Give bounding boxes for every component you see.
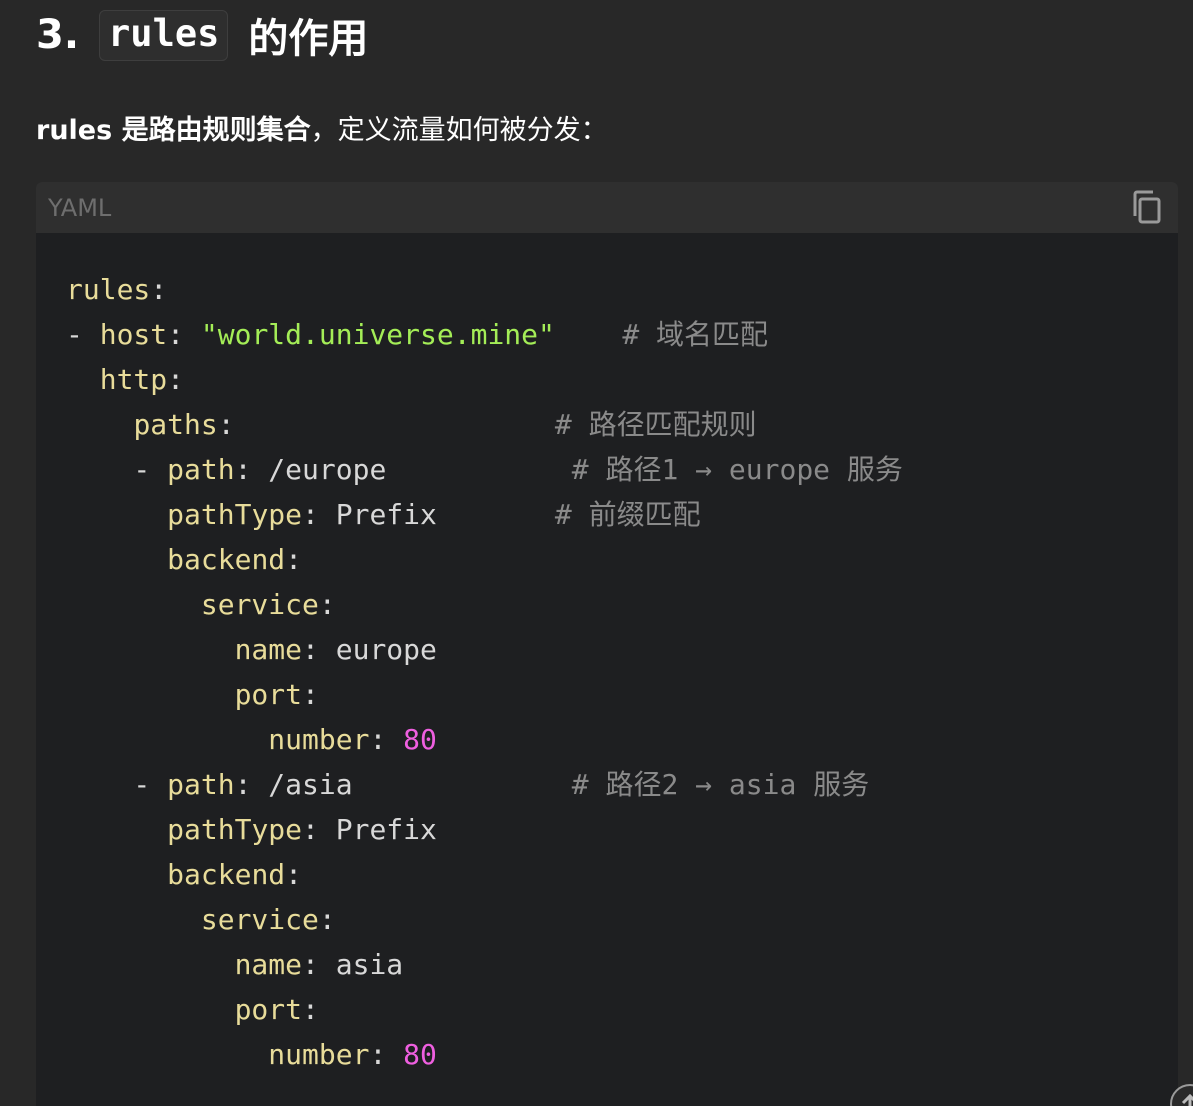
code-token: pathType — [167, 813, 303, 846]
code-token: name — [234, 948, 303, 981]
code-line: pathType: Prefix # 前缀匹配 — [66, 492, 903, 537]
code-line: service: — [66, 897, 903, 942]
code-token: - — [66, 768, 168, 801]
code-token: # 前缀匹配 — [436, 498, 701, 531]
code-block: YAML rules: - host: "world.universe.mine"… — [36, 182, 1178, 1106]
code-token: paths — [133, 408, 218, 441]
code-line: paths: # 路径匹配规则 — [66, 402, 903, 447]
heading-inline-code: rules — [99, 9, 229, 61]
code-token: : europe — [302, 633, 437, 666]
code-token: : — [285, 543, 303, 576]
code-token: : /asia — [234, 768, 353, 801]
code-line: port: — [66, 987, 903, 1032]
section-heading: 3. rules 的作用 — [36, 2, 368, 68]
code-token: : Prefix — [302, 498, 437, 531]
code-token: - — [66, 453, 168, 486]
heading-text: 的作用 — [248, 16, 369, 62]
code-token: pathType — [167, 498, 303, 531]
code-token: : — [302, 993, 319, 1026]
code-token: service — [200, 903, 319, 936]
code-token: path — [167, 453, 235, 486]
code-token: number — [268, 1038, 370, 1071]
arrow-up-icon — [1181, 1093, 1193, 1106]
code-token: rules — [66, 273, 151, 306]
code-line: - path: /europe # 路径1 → europe 服务 — [66, 447, 903, 492]
code-line: backend: — [66, 537, 903, 582]
code-token: : asia — [302, 948, 404, 981]
code-token: : — [285, 858, 303, 891]
code-token: port — [234, 678, 303, 711]
code-line: pathType: Prefix — [66, 807, 903, 852]
code-token: : — [167, 318, 201, 351]
code-line: - host: "world.universe.mine" # 域名匹配 — [66, 312, 903, 357]
code-token: name — [234, 633, 303, 666]
code-line: name: asia — [66, 942, 903, 987]
code-token: # 路径2 → asia 服务 — [352, 768, 870, 801]
intro-bold-text: rules 是路由规则集合 — [36, 115, 311, 146]
code-token: backend — [167, 543, 286, 576]
code-token: : — [302, 678, 319, 711]
code-token: path — [167, 768, 235, 801]
code-line: http: — [66, 357, 903, 402]
code-token: number — [268, 723, 370, 756]
code-token: : — [369, 1038, 404, 1071]
code-token: "world.universe.mine" — [200, 318, 555, 351]
code-token: : — [217, 408, 235, 441]
code-token: backend — [167, 858, 286, 891]
code-line: rules: — [66, 267, 903, 312]
code-token: - — [66, 318, 100, 351]
code-line: number: 80 — [66, 717, 903, 762]
code-content: rules: - host: "world.universe.mine" # 域名… — [66, 267, 903, 1077]
code-token: : — [150, 273, 168, 306]
code-token: : /europe — [234, 453, 387, 486]
code-token: port — [234, 993, 303, 1026]
heading-number: 3. — [36, 12, 80, 58]
code-token: http — [99, 363, 168, 396]
code-line: backend: — [66, 852, 903, 897]
code-token: # 域名匹配 — [554, 318, 769, 351]
code-language-label: YAML — [48, 194, 112, 222]
code-line: number: 80 — [66, 1032, 903, 1077]
code-token: : — [318, 588, 336, 621]
code-token: service — [200, 588, 319, 621]
code-token: 80 — [403, 723, 437, 756]
code-token: # 路径匹配规则 — [234, 408, 757, 441]
intro-paragraph: rules 是路由规则集合，定义流量如何被分发： — [36, 108, 608, 147]
copy-icon — [1133, 190, 1161, 224]
code-token: 80 — [403, 1038, 437, 1071]
code-line: - path: /asia # 路径2 → asia 服务 — [66, 762, 903, 807]
code-line: port: — [66, 672, 903, 717]
code-line: name: europe — [66, 627, 903, 672]
copy-button[interactable] — [1128, 189, 1164, 227]
code-token: # 路径1 → europe 服务 — [386, 453, 903, 486]
code-token: : — [369, 723, 404, 756]
code-line: service: — [66, 582, 903, 627]
intro-text: ，定义流量如何被分发： — [310, 115, 608, 146]
code-block-header: YAML — [36, 182, 1178, 233]
code-token: host — [99, 318, 168, 351]
code-token: : Prefix — [302, 813, 437, 846]
code-token: : — [318, 903, 336, 936]
code-token: : — [167, 363, 185, 396]
